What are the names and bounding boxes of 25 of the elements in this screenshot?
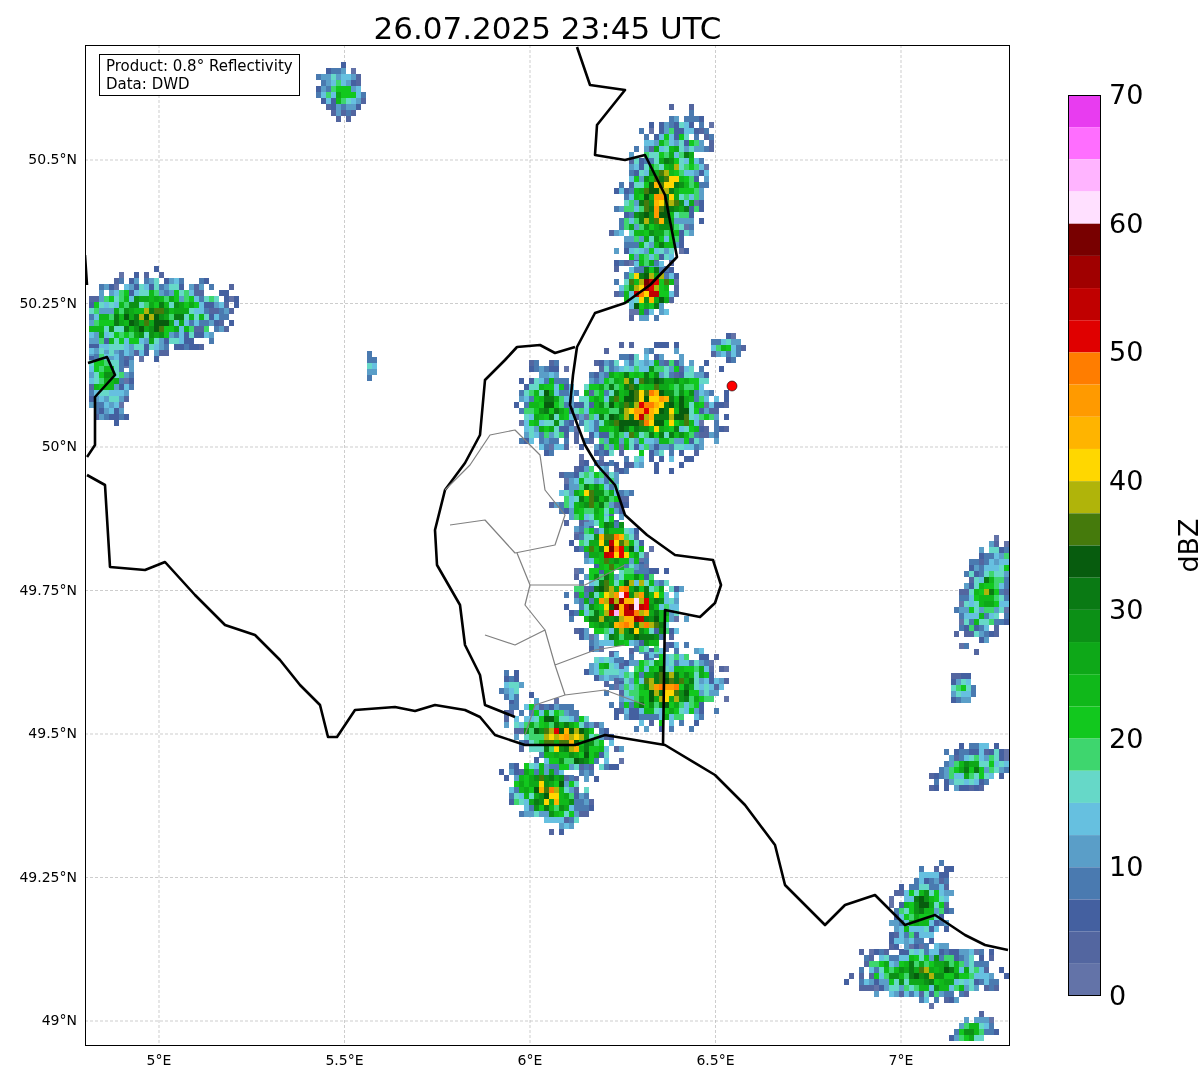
latitude-label: 50.5°N <box>28 151 77 167</box>
colorbar-tick-label: 0 <box>1109 982 1127 1009</box>
longitude-label: 7°E <box>888 1052 914 1068</box>
longitude-label: 5.5°E <box>325 1052 364 1068</box>
longitude-label: 6.5°E <box>696 1052 735 1068</box>
colorbar-tick-label: 40 <box>1109 467 1144 495</box>
latitude-label: 50°N <box>41 438 77 454</box>
legend-text: Data: DWD <box>106 75 191 93</box>
latitude-label: 49.75°N <box>19 581 77 598</box>
colorbar-tick-label: 70 <box>1109 81 1144 108</box>
colorbar-label: dBZ <box>1172 518 1202 573</box>
map-title: 26.07.2025 23:45 UTC <box>373 10 722 45</box>
latitude-label: 49.25°N <box>19 868 77 885</box>
colorbar-tick-label: 60 <box>1109 209 1144 237</box>
latitude-label: 49°N <box>41 1012 77 1028</box>
longitude-label: 6°E <box>517 1052 543 1068</box>
colorbar-tick-label: 30 <box>1109 595 1144 623</box>
latitude-label: 50.25°N <box>19 294 77 311</box>
latitude-label: 49.5°N <box>28 725 77 741</box>
colorbar-tick-label: 50 <box>1109 338 1144 366</box>
radar-site-marker <box>726 380 738 392</box>
colorbar-tick-label: 10 <box>1109 853 1144 881</box>
legend-text: Product: 0.8° Reflectivity <box>106 57 293 75</box>
longitude-label: 5°E <box>146 1052 172 1068</box>
colorbar-tick-label: 20 <box>1109 724 1144 752</box>
